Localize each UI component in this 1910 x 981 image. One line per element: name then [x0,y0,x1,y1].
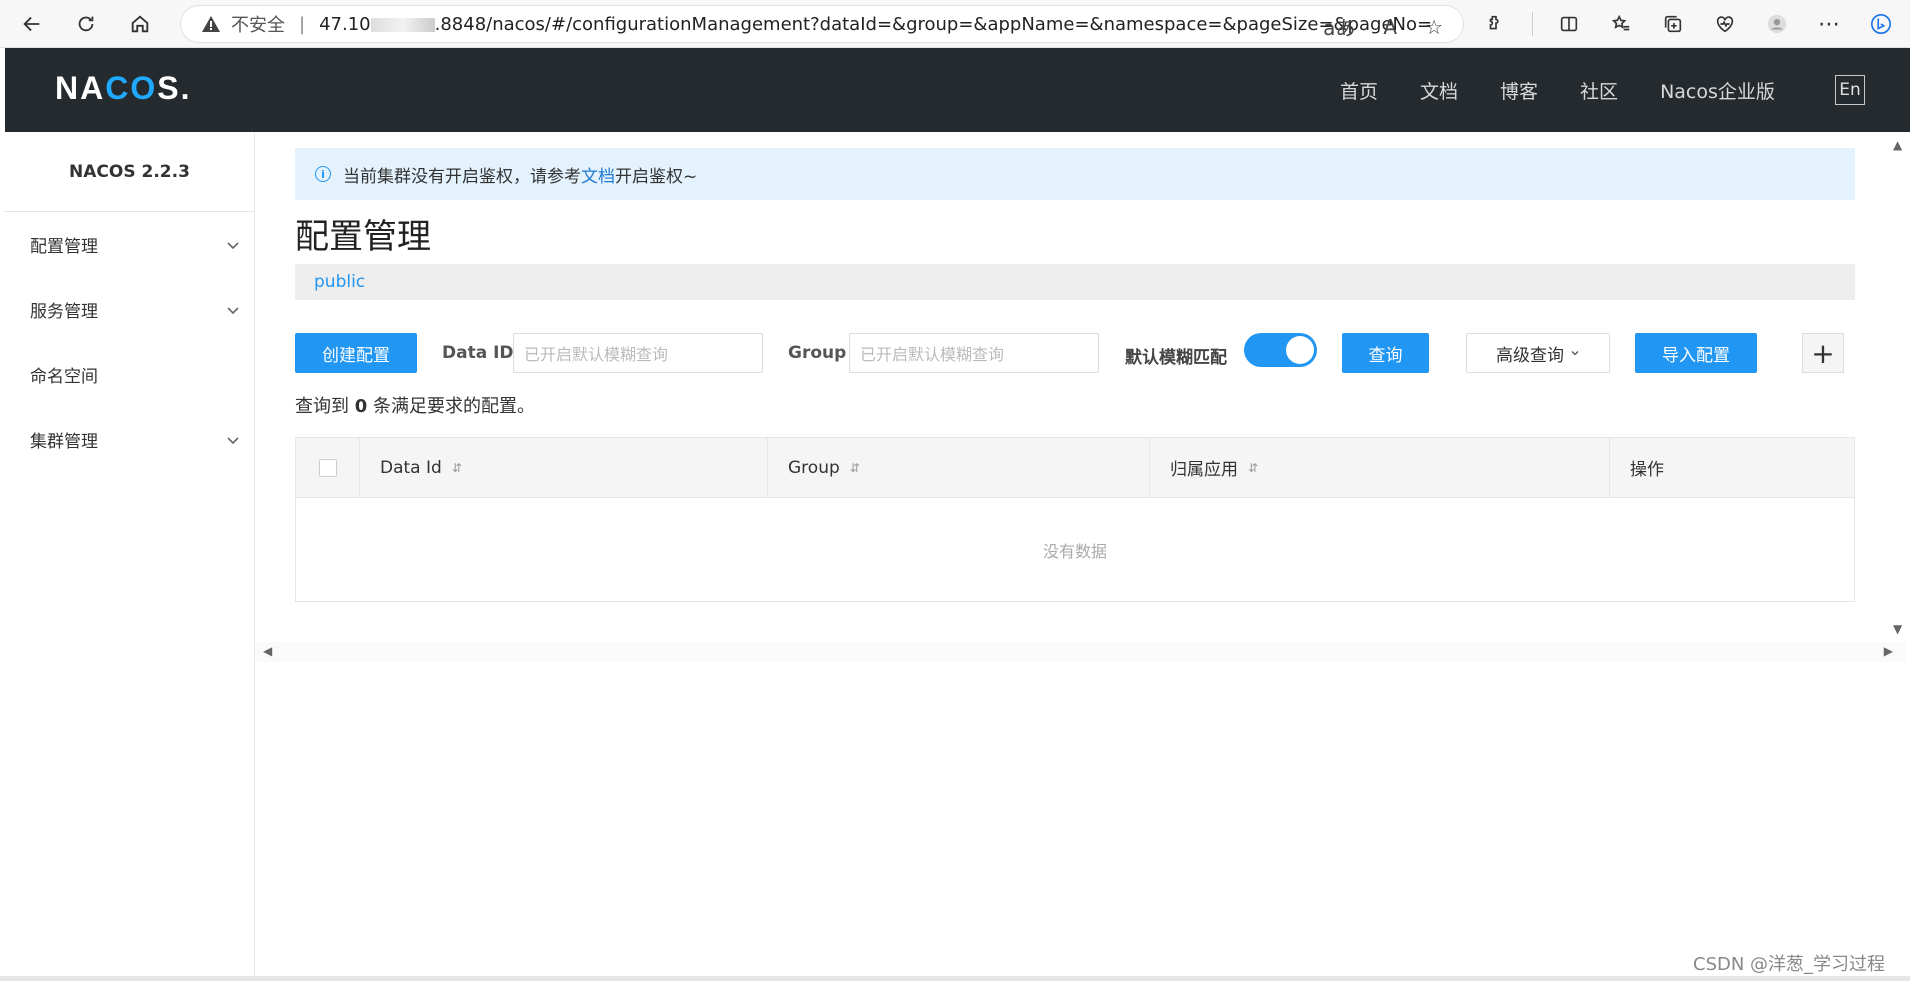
column-header-group[interactable]: Group ⇵ [768,438,1150,497]
group-label: Group [788,343,847,363]
data-id-input[interactable]: 已开启默认模糊查询 [513,333,763,373]
nav-community[interactable]: 社区 [1580,77,1618,104]
nav-docs[interactable]: 文档 [1420,77,1458,104]
refresh-icon[interactable] [68,6,104,42]
config-table: Data Id ⇵ Group ⇵ 归属应用 ⇵ 操作 没有数据 [295,437,1855,602]
page-title: 配置管理 [295,217,431,257]
table-empty-state: 没有数据 [1042,541,1107,561]
group-input[interactable]: 已开启默认模糊查询 [849,333,1099,373]
sidebar-item-service-management[interactable]: 服务管理 [5,277,254,342]
sort-icon[interactable]: ⇵ [1248,461,1258,475]
profile-avatar-icon[interactable] [1761,8,1793,40]
sidebar-item-label: 配置管理 [30,237,98,257]
back-icon[interactable] [14,6,50,42]
toggle-knob [1286,336,1314,364]
bottom-border [0,976,1910,981]
info-icon: i [315,166,331,182]
url-text: 47.10.8848/nacos/#/configurationManageme… [319,13,1433,35]
version-label: NACOS 2.2.3 [5,132,254,212]
result-summary: 查询到 0 条满足要求的配置。 [295,396,535,417]
horizontal-scrollbar[interactable]: ◀ ▶ [255,642,1905,662]
chevron-down-icon [227,306,239,314]
scroll-left-icon[interactable]: ◀ [263,644,272,658]
sidebar-item-label: 命名空间 [30,367,98,387]
create-config-button[interactable]: 创建配置 [295,333,417,373]
toolbar-divider [1532,12,1533,36]
sidebar-item-label: 集群管理 [30,432,98,452]
scroll-right-icon[interactable]: ▶ [1884,644,1893,658]
alert-docs-link[interactable]: 文档 [581,162,615,187]
chevron-down-icon [1571,351,1579,356]
app-header: NACOS. 首页 文档 博客 社区 Nacos企业版 En [5,48,1910,132]
nacos-logo[interactable]: NACOS. [55,70,191,107]
warning-icon [202,16,220,32]
language-switch-button[interactable]: En [1835,75,1865,105]
sidebar-item-config-management[interactable]: 配置管理 [5,212,254,277]
sidebar-item-namespace[interactable]: 命名空间 [5,342,254,407]
auth-alert: i 当前集群没有开启鉴权，请参考 文档 开启鉴权~ [295,148,1855,200]
alert-suffix: 开启鉴权~ [615,166,698,187]
sidebar: NACOS 2.2.3 配置管理 服务管理 命名空间 集群管理 [5,132,255,977]
nav-blog[interactable]: 博客 [1500,77,1538,104]
home-icon[interactable] [122,6,158,42]
scroll-down-icon[interactable]: ▼ [1893,622,1902,636]
text-size-icon[interactable]: A [1383,15,1397,39]
address-bar[interactable]: 不安全 | 47.10.8848/nacos/#/configurationMa… [180,5,1464,43]
select-all-checkbox[interactable] [318,458,337,477]
url-redacted [370,17,435,32]
data-id-label: Data ID [442,343,514,363]
result-count: 0 [354,396,368,417]
top-nav: 首页 文档 博客 社区 Nacos企业版 [1340,48,1817,132]
advanced-search-button[interactable]: 高级查询 [1466,333,1610,373]
extensions-icon[interactable] [1480,8,1512,40]
column-header-actions: 操作 [1630,460,1664,480]
sidebar-item-label: 服务管理 [30,302,98,322]
search-toolbar: 创建配置 Data ID 已开启默认模糊查询 Group 已开启默认模糊查询 默… [295,333,1855,375]
sort-icon[interactable]: ⇵ [452,461,462,475]
advanced-search-label: 高级查询 [1496,345,1564,366]
column-header-app[interactable]: 归属应用 ⇵ [1150,438,1610,497]
fuzzy-match-label: 默认模糊匹配 [1125,348,1227,368]
copilot-icon[interactable] [1865,8,1897,40]
sidebar-item-cluster-management[interactable]: 集群管理 [5,407,254,472]
chevron-down-icon [227,436,239,444]
chevron-down-icon [227,241,239,249]
namespace-tab-public[interactable]: public [314,272,365,292]
search-button[interactable]: 查询 [1342,333,1429,373]
namespace-bar: public [295,264,1855,300]
address-separator: | [299,13,306,35]
favorite-star-icon[interactable]: ☆ [1425,15,1443,39]
nav-enterprise[interactable]: Nacos企业版 [1660,77,1775,104]
browser-toolbar: 不安全 | 47.10.8848/nacos/#/configurationMa… [0,0,1910,48]
scroll-up-icon[interactable]: ▲ [1893,138,1902,152]
collections-icon[interactable] [1657,8,1689,40]
plus-icon[interactable]: + [1802,333,1844,373]
read-aloud-icon[interactable]: aあ [1323,12,1355,41]
favorites-icon[interactable] [1605,8,1637,40]
table-header: Data Id ⇵ Group ⇵ 归属应用 ⇵ 操作 [296,438,1854,498]
sort-icon[interactable]: ⇵ [850,461,860,475]
browser-essentials-icon[interactable] [1709,8,1741,40]
alert-prefix: 当前集群没有开启鉴权，请参考 [343,166,581,187]
nav-home[interactable]: 首页 [1340,77,1378,104]
select-all-cell [296,438,360,497]
more-menu-icon[interactable]: ⋯ [1813,8,1845,40]
column-header-data-id[interactable]: Data Id ⇵ [360,438,768,497]
watermark: CSDN @洋葱_学习过程 [1693,954,1886,975]
split-screen-icon[interactable] [1553,8,1585,40]
fuzzy-match-toggle[interactable] [1244,333,1317,367]
insecure-label: 不安全 [231,15,285,36]
import-config-button[interactable]: 导入配置 [1635,333,1757,373]
